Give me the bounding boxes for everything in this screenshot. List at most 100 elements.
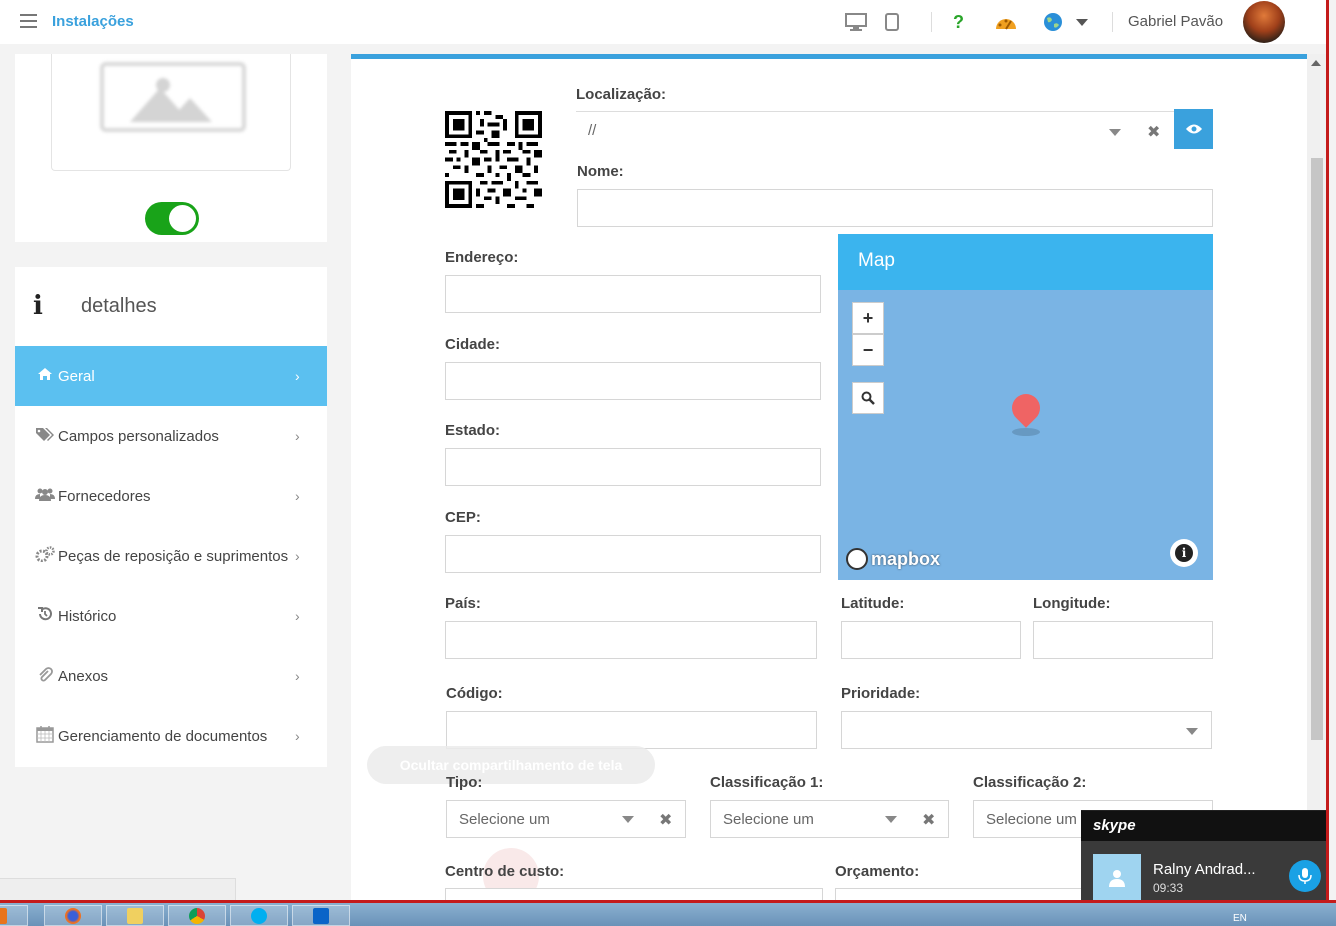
taskbar-app-chrome[interactable] xyxy=(168,905,226,926)
avatar[interactable] xyxy=(1243,1,1285,43)
taskbar-app-skype[interactable] xyxy=(230,905,288,926)
toolbar-divider xyxy=(1112,12,1113,32)
info-icon: i xyxy=(33,291,43,321)
pais-field[interactable] xyxy=(445,621,817,659)
marker-shadow xyxy=(1012,428,1040,436)
gears-icon xyxy=(34,546,56,566)
sidebar-footer xyxy=(0,878,236,900)
call-time: 09:33 xyxy=(1153,881,1184,895)
localizacao-value: // xyxy=(588,122,597,139)
longitude-field[interactable] xyxy=(1033,621,1213,659)
calendar-icon xyxy=(34,725,56,747)
person-icon xyxy=(1109,870,1125,887)
zoom-out-button[interactable]: − xyxy=(852,334,884,366)
sidebar-item-label: Anexos xyxy=(58,667,109,685)
eye-icon xyxy=(1185,124,1202,134)
cep-label: CEP: xyxy=(445,509,481,526)
scroll-up-icon[interactable] xyxy=(1311,60,1321,66)
details-nav: i detalhes Geral › Campos personalizados… xyxy=(15,267,327,767)
clear-icon[interactable]: ✖ xyxy=(1147,122,1160,142)
estado-field[interactable] xyxy=(445,448,821,486)
chevron-right-icon: › xyxy=(295,368,300,384)
sidebar-item-historico[interactable]: Histórico › xyxy=(15,586,327,646)
nome-label: Nome: xyxy=(577,163,624,180)
taskbar-app-explorer[interactable] xyxy=(106,905,164,926)
page-title: Instalações xyxy=(52,13,134,30)
tablet-icon[interactable] xyxy=(885,12,899,32)
globe-icon[interactable] xyxy=(1043,12,1063,32)
map-attribution-button[interactable]: i xyxy=(1170,539,1198,567)
orcamento-label: Orçamento: xyxy=(835,863,920,880)
clear-icon[interactable]: ✖ xyxy=(659,810,672,830)
map-title: Map xyxy=(858,250,895,271)
sidebar-item-label: Gerenciamento de documentos xyxy=(58,727,268,745)
taskbar-app-sublime[interactable] xyxy=(0,905,28,926)
chevron-down-icon[interactable] xyxy=(622,816,634,823)
chevron-down-icon[interactable] xyxy=(1076,12,1088,32)
users-icon xyxy=(34,487,56,505)
scrollbar[interactable] xyxy=(1307,54,1326,900)
chevron-right-icon: › xyxy=(295,428,300,444)
map-marker-icon[interactable] xyxy=(1006,388,1046,428)
tipo-placeholder: Selecione um xyxy=(459,811,550,828)
sidebar-item-documentos[interactable]: Gerenciamento de documentos › xyxy=(15,706,327,766)
menu-icon[interactable] xyxy=(20,14,37,28)
estado-label: Estado: xyxy=(445,422,501,439)
asset-photo-card xyxy=(15,54,327,242)
microphone-button[interactable] xyxy=(1289,860,1321,892)
dashboard-icon[interactable] xyxy=(994,12,1018,32)
search-icon xyxy=(861,391,875,405)
codigo-field[interactable] xyxy=(446,711,817,749)
latitude-field[interactable] xyxy=(841,621,1021,659)
taskbar-app-firefox[interactable] xyxy=(44,905,102,926)
zoom-in-button[interactable]: + xyxy=(852,302,884,334)
photo-placeholder[interactable] xyxy=(51,54,291,171)
tray-language[interactable]: EN xyxy=(1233,913,1247,924)
cidade-field[interactable] xyxy=(445,362,821,400)
top-bar: Instalações ? Gabriel Pavão xyxy=(0,0,1326,44)
sidebar-item-pecas[interactable]: Peças de reposição e suprimentos › xyxy=(15,526,327,586)
chevron-down-icon[interactable] xyxy=(1109,129,1121,136)
details-header: i detalhes xyxy=(15,267,327,346)
desktop-icon[interactable] xyxy=(845,12,867,32)
map-search-button[interactable] xyxy=(852,382,884,414)
skype-call-popup[interactable]: skype Ralny Andrad... 09:33 xyxy=(1081,810,1328,902)
sidebar-item-fornecedores[interactable]: Fornecedores › xyxy=(15,466,327,526)
sidebar-item-campos[interactable]: Campos personalizados › xyxy=(15,406,327,466)
chevron-right-icon: › xyxy=(295,548,300,564)
active-toggle[interactable] xyxy=(145,202,199,235)
section-title: detalhes xyxy=(81,295,157,317)
chevron-right-icon: › xyxy=(295,608,300,624)
help-icon[interactable]: ? xyxy=(953,12,964,32)
centro-custo-label: Centro de custo: xyxy=(445,863,565,880)
view-location-button[interactable] xyxy=(1174,109,1213,149)
info-icon: i xyxy=(1175,544,1193,562)
class1-select[interactable]: Selecione um ✖ xyxy=(710,800,949,838)
localizacao-select[interactable]: // ✖ xyxy=(576,111,1174,151)
endereco-field[interactable] xyxy=(445,275,821,313)
chevron-down-icon[interactable] xyxy=(885,816,897,823)
latitude-label: Latitude: xyxy=(841,595,905,612)
longitude-label: Longitude: xyxy=(1033,595,1111,612)
nome-field[interactable] xyxy=(577,189,1213,227)
clear-icon[interactable]: ✖ xyxy=(922,810,935,830)
cep-field[interactable] xyxy=(445,535,821,573)
sidebar-item-geral[interactable]: Geral › xyxy=(15,346,327,406)
tipo-select[interactable]: Selecione um ✖ xyxy=(446,800,686,838)
hide-screen-share-button[interactable]: Ocultar compartilhamento de tela xyxy=(367,746,655,784)
sidebar-item-label: Fornecedores xyxy=(58,487,151,505)
sidebar-item-label: Geral xyxy=(58,367,95,385)
prioridade-select[interactable] xyxy=(841,711,1212,749)
sidebar-item-label: Histórico xyxy=(58,607,117,625)
location-map[interactable]: Map + − mapbox i xyxy=(838,234,1213,580)
scrollbar-thumb[interactable] xyxy=(1311,158,1323,740)
taskbar-app-outlook[interactable] xyxy=(292,905,350,926)
class2-label: Classificação 2: xyxy=(973,774,1087,791)
pais-label: País: xyxy=(445,595,481,612)
skype-logo: skype xyxy=(1093,817,1136,834)
user-name[interactable]: Gabriel Pavão xyxy=(1128,13,1223,30)
chevron-right-icon: › xyxy=(295,728,300,744)
sidebar-item-anexos[interactable]: Anexos › xyxy=(15,646,327,706)
prioridade-label: Prioridade: xyxy=(841,685,921,702)
toolbar-divider xyxy=(931,12,932,32)
